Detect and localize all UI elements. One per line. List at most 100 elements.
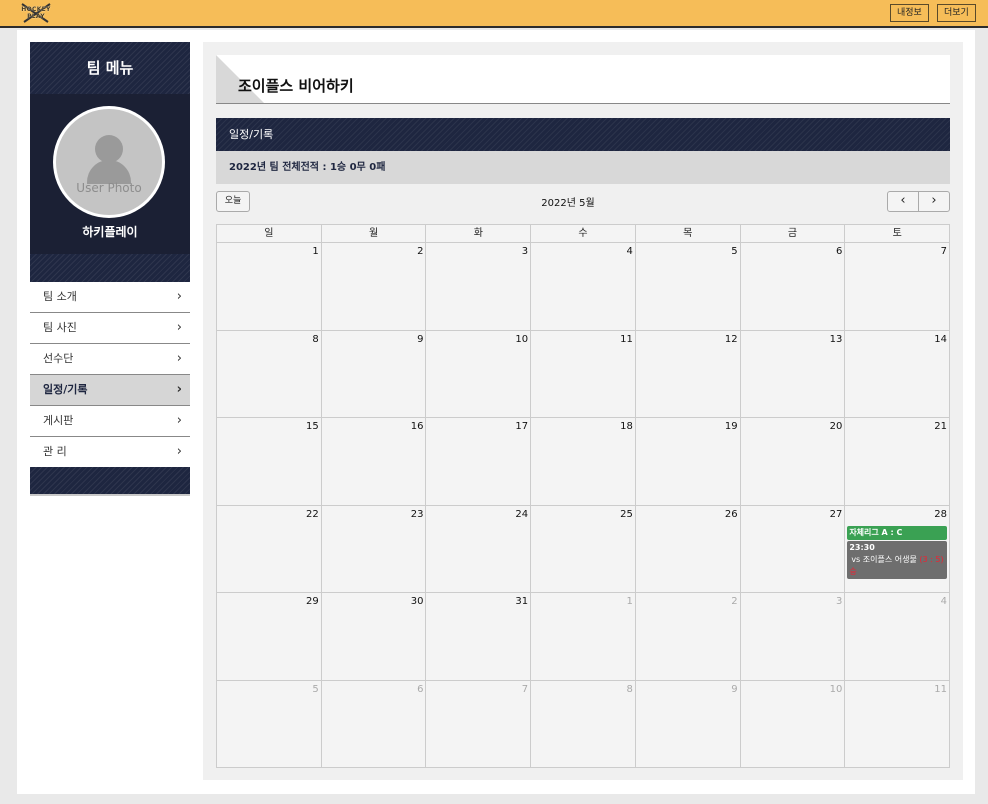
chevron-right-icon: › xyxy=(176,444,182,459)
day-number: 4 xyxy=(626,246,633,257)
sidebar-bottom-line xyxy=(30,494,190,496)
calendar-day[interactable]: 13 xyxy=(741,330,846,417)
calendar-day[interactable]: 22 xyxy=(217,505,322,592)
day-number: 2 xyxy=(731,596,738,607)
weekday-thu: 목 xyxy=(636,225,741,242)
sidebar-item-roster[interactable]: 선수단 › xyxy=(30,344,190,375)
calendar-day[interactable]: 8 xyxy=(217,330,322,417)
sidebar-item-team-intro[interactable]: 팀 소개 › xyxy=(30,282,190,313)
page-title: 조이플스 비어하키 xyxy=(238,77,354,95)
calendar-day[interactable]: 5 xyxy=(636,243,741,330)
chevron-left-icon[interactable]: ‹ xyxy=(887,191,919,212)
calendar-day[interactable]: 7 xyxy=(845,243,949,330)
calendar-day[interactable]: 6 xyxy=(741,243,846,330)
sidebar-item-schedule[interactable]: 일정/기록 › xyxy=(30,375,190,406)
sidebar-item-label: 팀 소개 xyxy=(43,290,77,303)
calendar-day[interactable]: 19 xyxy=(636,418,741,505)
calendar-day-next-month[interactable]: 2 xyxy=(636,593,741,680)
avatar: User Photo xyxy=(53,106,165,218)
calendar-day[interactable]: 10 xyxy=(426,330,532,417)
weekday-wed: 수 xyxy=(531,225,636,242)
calendar-day[interactable]: 18 xyxy=(531,418,636,505)
calendar-day[interactable]: 9 xyxy=(322,330,427,417)
day-number: 8 xyxy=(312,333,319,345)
calendar-day[interactable]: 17 xyxy=(426,418,532,505)
calendar-day-next-month[interactable]: 9 xyxy=(636,680,741,768)
calendar-day[interactable]: 1 xyxy=(217,243,322,330)
calendar-day-next-month[interactable]: 1 xyxy=(531,593,636,680)
calendar-day[interactable]: 23 xyxy=(322,505,427,592)
calendar-day[interactable]: 28 자체리그 A : C 23:30 vs 조이플스 어생물 (3 : 5) … xyxy=(845,506,949,593)
calendar-day-next-month[interactable]: 6 xyxy=(322,680,427,768)
calendar-day[interactable]: 4 xyxy=(531,243,636,330)
day-number: 8 xyxy=(626,683,633,695)
top-bar: HOCKEY PLAY 내정보 더보기 xyxy=(0,0,988,28)
day-number: 16 xyxy=(410,421,424,432)
calendar-day-next-month[interactable]: 7 xyxy=(426,680,532,768)
calendar-day[interactable]: 31 xyxy=(426,593,532,680)
calendar-day-next-month[interactable]: 4 xyxy=(845,593,949,680)
chevron-right-icon: › xyxy=(176,320,182,335)
day-number: 1 xyxy=(312,246,319,257)
day-number: 3 xyxy=(835,596,843,607)
calendar-week: 15 16 17 18 19 20 21 xyxy=(217,418,949,506)
sidebar-item-manage[interactable]: 관 리 › xyxy=(30,437,190,468)
calendar-day-next-month[interactable]: 5 xyxy=(217,680,322,768)
chevron-right-icon: › xyxy=(176,351,182,366)
day-number: 24 xyxy=(515,508,529,520)
calendar-day[interactable]: 20 xyxy=(741,418,846,505)
sidebar-item-label: 게시판 xyxy=(43,414,74,427)
sidebar-divider-stripe xyxy=(30,254,190,282)
day-number: 2 xyxy=(417,246,424,257)
calendar-day-next-month[interactable]: 8 xyxy=(531,680,636,768)
section-title: 일정/기록 xyxy=(216,118,950,151)
day-number: 21 xyxy=(934,421,948,432)
calendar-day[interactable]: 12 xyxy=(636,330,741,417)
sidebar-item-team-photos[interactable]: 팀 사진 › xyxy=(30,313,190,344)
day-number: 10 xyxy=(829,683,843,695)
sidebar-menu: 팀 소개 › 팀 사진 › 선수단 › 일정/기록 › 게시판 › 관 리 › xyxy=(30,282,190,468)
calendar-day[interactable]: 27 xyxy=(741,505,846,592)
calendar-day-next-month[interactable]: 10 xyxy=(741,680,846,768)
hockey-play-logo[interactable]: HOCKEY PLAY xyxy=(16,2,56,24)
team-record-summary: 2022년 팀 전체전적 : 1승 0무 0패 xyxy=(216,151,950,184)
calendar-day[interactable]: 21 xyxy=(845,418,949,505)
calendar-day-next-month[interactable]: 3 xyxy=(741,593,846,680)
game-event[interactable]: 23:30 vs 조이플스 어생물 (3 : 5) 승 xyxy=(847,540,948,579)
day-number: 29 xyxy=(305,596,319,607)
calendar-day[interactable]: 14 xyxy=(845,331,949,418)
day-number: 10 xyxy=(515,333,529,345)
calendar-week: 22 23 24 25 26 27 28 자체리그 A : C 23:30 vs… xyxy=(217,505,949,593)
more-button[interactable]: 더보기 xyxy=(937,4,976,22)
calendar-day[interactable]: 2 xyxy=(322,243,427,330)
game-opponent: vs 조이플스 어생물 xyxy=(851,554,917,564)
calendar-week: 1 2 3 4 5 6 7 xyxy=(217,243,949,331)
sidebar-item-board[interactable]: 게시판 › xyxy=(30,406,190,437)
profile-panel: User Photo 하키플레이 xyxy=(30,94,190,254)
day-number: 19 xyxy=(724,421,738,432)
calendar-day-next-month[interactable]: 11 xyxy=(845,681,949,769)
chevron-right-icon[interactable]: › xyxy=(918,191,950,212)
logo-text-line1: HOCKEY xyxy=(21,6,51,13)
day-number: 18 xyxy=(620,421,633,432)
my-info-button[interactable]: 내정보 xyxy=(890,4,929,22)
team-menu-title: 팀 메뉴 xyxy=(30,42,190,94)
calendar-day[interactable]: 29 xyxy=(217,593,322,680)
calendar-day[interactable]: 30 xyxy=(322,593,427,680)
calendar-day[interactable]: 15 xyxy=(217,418,322,505)
calendar-day[interactable]: 11 xyxy=(531,330,636,417)
weekday-sun: 일 xyxy=(217,225,322,242)
calendar-day[interactable]: 26 xyxy=(636,505,741,592)
calendar-day[interactable]: 24 xyxy=(426,505,532,592)
day-number: 12 xyxy=(724,333,738,345)
calendar-day[interactable]: 16 xyxy=(322,418,427,505)
day-number: 30 xyxy=(410,596,424,607)
day-number: 13 xyxy=(829,333,843,345)
sidebar-footer-stripe xyxy=(30,467,190,494)
team-title-box: 조이플스 비어하키 xyxy=(216,55,950,104)
league-event[interactable]: 자체리그 A : C xyxy=(847,525,948,540)
calendar-day[interactable]: 3 xyxy=(426,243,532,330)
chevron-right-icon: › xyxy=(176,289,182,304)
day-number: 6 xyxy=(835,246,843,257)
calendar-day[interactable]: 25 xyxy=(531,505,636,592)
